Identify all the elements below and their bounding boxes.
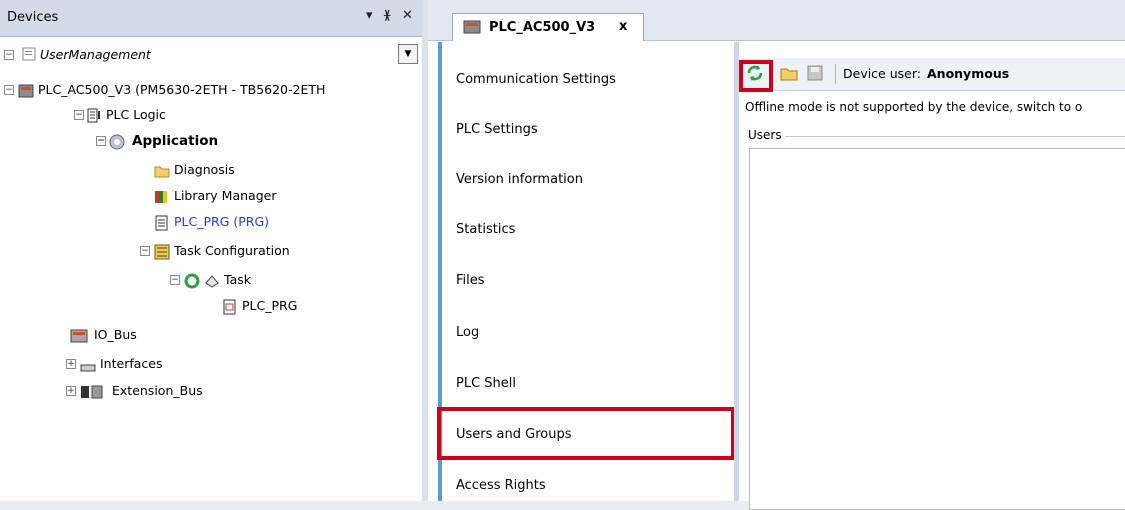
collapse-icon[interactable]: − bbox=[140, 246, 150, 256]
extension-bus-icon bbox=[80, 384, 108, 400]
tree-item-label: PLC_AC500_V3 (PM5630-2ETH - TB5620-2ETH bbox=[38, 82, 326, 97]
tree-item-plc-prg-program[interactable]: PLC_PRG (PRG) bbox=[154, 212, 269, 232]
panel-menu-icon[interactable]: ▾ bbox=[366, 8, 373, 23]
devices-header: Devices ▾ ᚕ ✕ bbox=[0, 0, 422, 37]
tree-item-label: Library Manager bbox=[174, 188, 277, 203]
interface-icon bbox=[80, 357, 96, 373]
nav-item-statistics[interactable]: Statistics bbox=[456, 222, 515, 237]
collapse-icon[interactable]: − bbox=[170, 275, 180, 285]
tree-item-plc-device[interactable]: − PLC_AC500_V3 (PM5630-2ETH - TB5620-2ET… bbox=[4, 80, 326, 100]
tab-label: PLC_AC500_V3 bbox=[489, 20, 596, 35]
project-name: UserManagement bbox=[40, 47, 151, 62]
tree-item-label: Diagnosis bbox=[174, 162, 235, 177]
tree-item-label: PLC_PRG bbox=[242, 298, 298, 313]
tree-item-label: IO_Bus bbox=[94, 327, 137, 342]
tree-item-label: Task bbox=[224, 272, 251, 287]
library-icon bbox=[154, 189, 170, 205]
nav-item-plc-shell[interactable]: PLC Shell bbox=[456, 376, 516, 391]
collapse-icon[interactable]: − bbox=[4, 50, 14, 60]
tree-item-plc-logic[interactable]: − PLC Logic bbox=[74, 105, 166, 125]
tree-item-io-bus[interactable]: IO_Bus bbox=[70, 325, 137, 345]
plc-logic-icon bbox=[86, 108, 102, 124]
pin-icon[interactable]: ᚕ bbox=[384, 8, 390, 23]
tree-item-library-manager[interactable]: Library Manager bbox=[154, 186, 276, 206]
plc-device-icon bbox=[463, 19, 481, 38]
device-user-label: Device user: bbox=[843, 66, 921, 81]
tree-item-label: Interfaces bbox=[100, 356, 163, 371]
highlight-synchronize bbox=[739, 60, 773, 92]
folder-icon bbox=[154, 163, 170, 179]
devices-title: Devices bbox=[7, 10, 59, 25]
collapse-icon[interactable]: − bbox=[74, 110, 84, 120]
nav-item-version-information[interactable]: Version information bbox=[456, 172, 583, 187]
close-panel-icon[interactable]: ✕ bbox=[402, 8, 413, 23]
tree-item-label: Task Configuration bbox=[174, 243, 290, 258]
device-user-value: Anonymous bbox=[927, 66, 1010, 81]
combo-dropdown-button[interactable]: ▼ bbox=[398, 44, 418, 64]
toolbar-separator bbox=[835, 64, 836, 84]
nav-item-log[interactable]: Log bbox=[456, 325, 479, 340]
tab-plc-ac500-v3[interactable]: PLC_AC500_V3 x bbox=[452, 13, 644, 41]
expand-icon[interactable]: + bbox=[66, 359, 76, 369]
users-label: Users bbox=[745, 128, 785, 142]
project-icon bbox=[22, 47, 36, 64]
expand-icon[interactable]: + bbox=[66, 386, 76, 396]
users-list[interactable] bbox=[749, 148, 1125, 510]
application-icon bbox=[108, 133, 128, 150]
offline-message: Offline mode is not supported by the dev… bbox=[745, 100, 1083, 114]
users-toolbar: Device user: Anonymous bbox=[739, 58, 1125, 91]
tree-item-task[interactable]: − Task bbox=[170, 270, 251, 290]
tree-item-interfaces[interactable]: + Interfaces bbox=[66, 354, 163, 374]
nav-item-files[interactable]: Files bbox=[456, 273, 485, 288]
tree-item-label: PLC Logic bbox=[106, 107, 166, 122]
nav-item-plc-settings[interactable]: PLC Settings bbox=[456, 122, 538, 137]
tree-item-application[interactable]: − Application bbox=[96, 131, 219, 151]
collapse-icon[interactable]: − bbox=[96, 136, 106, 146]
task-configuration-icon bbox=[154, 244, 170, 260]
tree-item-label: Extension_Bus bbox=[112, 383, 203, 398]
users-and-groups-page: Device user: Anonymous Offline mode is n… bbox=[739, 58, 1125, 510]
plc-device-icon bbox=[18, 83, 34, 99]
task-icon bbox=[204, 273, 220, 289]
io-bus-icon bbox=[70, 328, 90, 344]
tree-item-diagnosis[interactable]: Diagnosis bbox=[154, 160, 235, 180]
program-call-icon bbox=[222, 299, 238, 315]
device-editor: PLC_AC500_V3 x Communication Settings PL… bbox=[428, 0, 1125, 510]
open-folder-icon[interactable] bbox=[779, 63, 801, 85]
devices-panel: Devices ▾ ᚕ ✕ − UserManagement ▼ − PLC_A… bbox=[0, 0, 423, 501]
collapse-icon[interactable]: − bbox=[4, 85, 14, 95]
tree-item-task-configuration[interactable]: − Task Configuration bbox=[140, 241, 290, 261]
close-tab-icon[interactable]: x bbox=[619, 19, 627, 34]
tree-item-label: Application bbox=[132, 133, 219, 149]
nav-item-access-rights[interactable]: Access Rights bbox=[456, 478, 546, 493]
cycle-icon bbox=[184, 273, 200, 289]
project-combo[interactable]: − UserManagement ▼ bbox=[0, 44, 420, 66]
editor-tabbar: PLC_AC500_V3 x bbox=[428, 0, 1125, 41]
highlight-users-and-groups bbox=[437, 407, 735, 460]
tree-item-label: PLC_PRG (PRG) bbox=[174, 214, 270, 229]
tree-item-plc-prg-call[interactable]: PLC_PRG bbox=[222, 296, 297, 316]
nav-item-communication-settings[interactable]: Communication Settings bbox=[456, 72, 616, 87]
save-icon[interactable] bbox=[805, 63, 827, 85]
tree-item-extension-bus[interactable]: + Extension_Bus bbox=[66, 381, 203, 401]
program-icon bbox=[154, 215, 170, 231]
